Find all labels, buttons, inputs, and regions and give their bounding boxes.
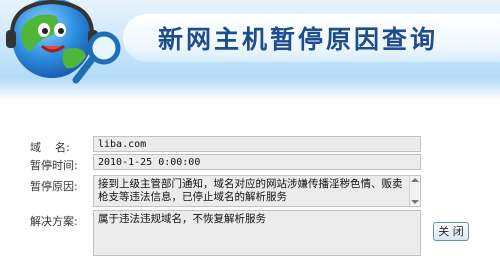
reason-textarea[interactable]: 接到上级主管部门通知，域名对应的网站涉嫌传播淫秽色情、贩卖枪支等违法信息，已停止… (93, 175, 421, 207)
solution-textarea[interactable]: 属于违法违规域名，不恢复解析服务 (93, 210, 421, 256)
header-banner: 新网主机暂停原因查询 (0, 0, 500, 100)
time-label: 暂停时间: (30, 159, 78, 172)
page-title: 新网主机暂停原因查询 (158, 25, 439, 54)
scroll-down-icon[interactable] (411, 200, 419, 204)
solution-label: 解决方案: (30, 215, 78, 228)
time-field[interactable]: 2010-1-25 0:00:00 (93, 154, 421, 170)
globe-mascot-icon (6, 0, 121, 84)
reason-label: 暂停原因: (30, 180, 78, 193)
domain-field[interactable]: liba.com (93, 136, 421, 152)
domain-label: 域 名: (30, 141, 70, 154)
reason-text: 接到上级主管部门通知，域名对应的网站涉嫌传播淫秽色情、贩卖枪支等违法信息，已停止… (98, 178, 403, 203)
close-button[interactable]: 关 闭 (433, 222, 469, 241)
reason-scrollbar[interactable] (409, 176, 420, 206)
scroll-up-icon[interactable] (411, 178, 419, 182)
